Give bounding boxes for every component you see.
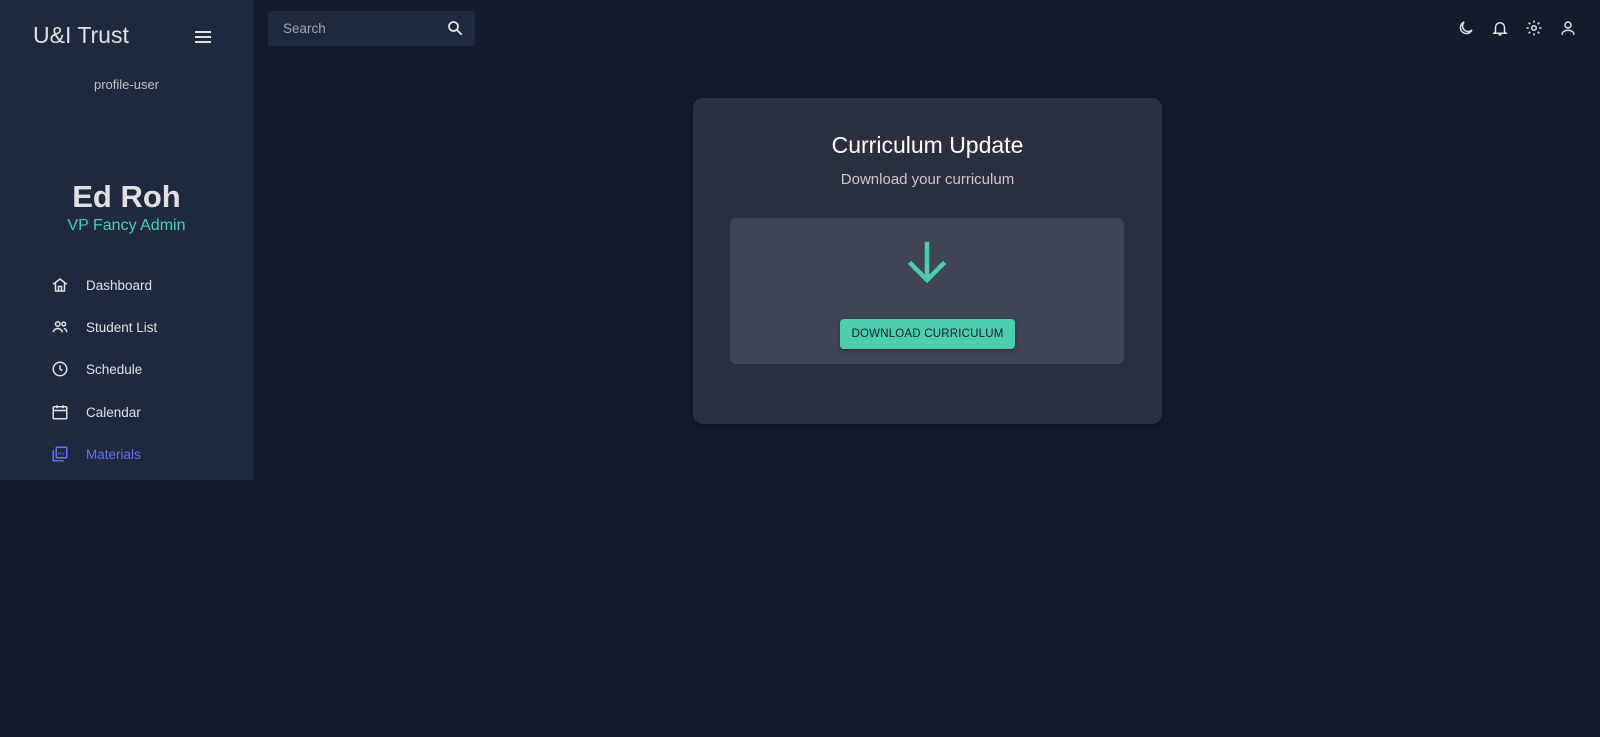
download-curriculum-button[interactable]: DOWNLOAD CURRICULUM xyxy=(840,319,1015,349)
sidebar-item-label: Calendar xyxy=(86,404,141,420)
user-name: Ed Roh xyxy=(72,179,181,214)
search-bar xyxy=(268,11,475,46)
svg-text:PDF: PDF xyxy=(58,452,66,456)
card-title: Curriculum Update xyxy=(831,132,1024,158)
settings-icon[interactable] xyxy=(1524,18,1544,38)
sidebar-item-label: Materials xyxy=(86,446,141,462)
search-input[interactable] xyxy=(268,11,438,46)
sidebar: U&I Trust profile-user Ed Roh VP Fancy A… xyxy=(0,0,253,480)
sidebar-item-materials[interactable]: PDF Materials xyxy=(50,439,230,469)
dark-mode-icon[interactable] xyxy=(1456,18,1476,38)
menu-icon[interactable] xyxy=(192,27,214,47)
clock-icon xyxy=(50,359,70,379)
sidebar-item-label: Dashboard xyxy=(86,277,153,293)
app-brand: U&I Trust xyxy=(33,22,129,48)
arrow-down-icon xyxy=(905,240,949,284)
download-panel: DOWNLOAD CURRICULUM xyxy=(730,218,1124,364)
search-icon[interactable] xyxy=(446,19,466,39)
home-icon xyxy=(50,275,70,295)
card-subtitle: Download your curriculum xyxy=(840,171,1015,188)
sidebar-item-calendar[interactable]: Calendar xyxy=(50,397,230,427)
person-icon[interactable] xyxy=(1558,18,1578,38)
sidebar-item-label: Schedule xyxy=(86,361,143,377)
sidebar-item-label: Student List xyxy=(86,319,158,335)
sidebar-item-schedule[interactable]: Schedule xyxy=(50,354,230,384)
sidebar-item-dashboard[interactable]: Dashboard xyxy=(50,270,230,300)
topbar-icons xyxy=(1456,18,1578,38)
user-role: VP Fancy Admin xyxy=(67,217,186,234)
pdf-library-icon: PDF xyxy=(50,444,70,464)
people-icon xyxy=(50,317,70,337)
calendar-icon xyxy=(50,402,70,422)
avatar: profile-user xyxy=(93,77,160,92)
curriculum-card: Curriculum Update Download your curricul… xyxy=(693,98,1162,424)
notifications-icon[interactable] xyxy=(1490,18,1510,38)
sidebar-item-student-list[interactable]: Student List xyxy=(50,312,230,342)
